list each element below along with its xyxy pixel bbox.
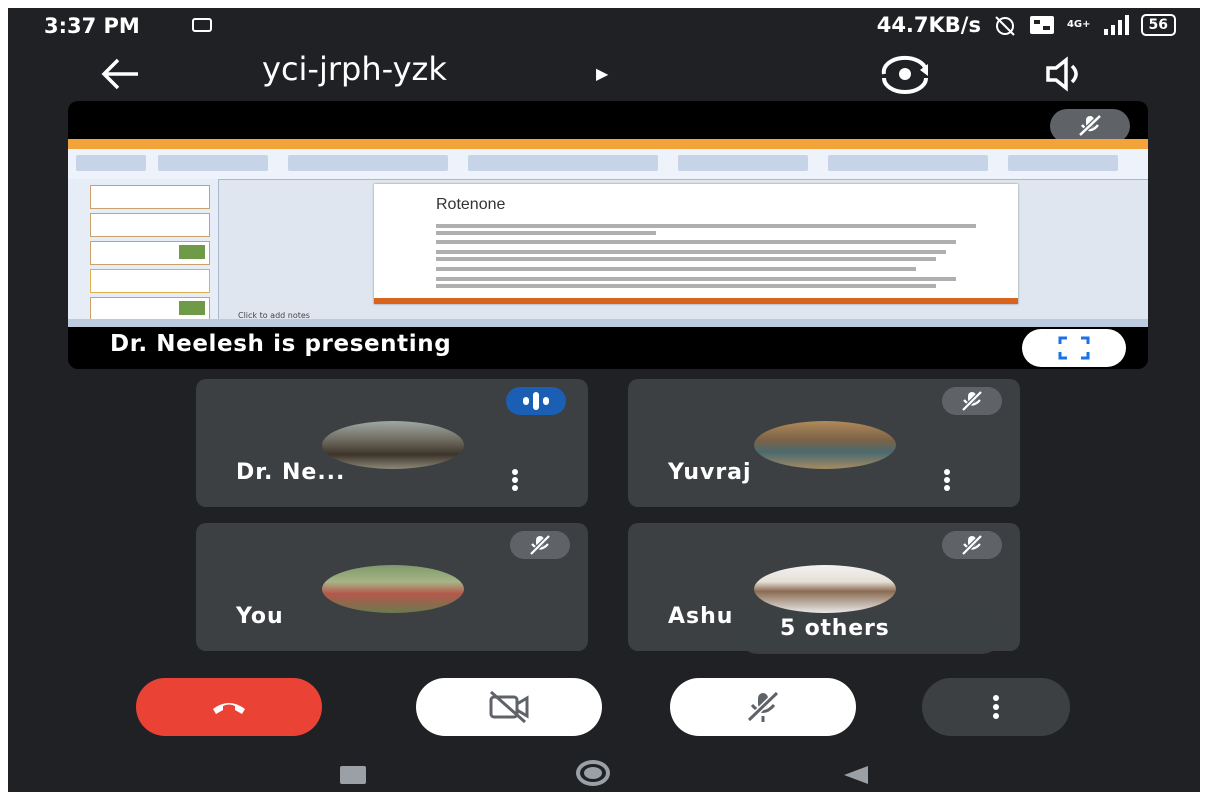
slide-thumbnail	[90, 241, 210, 265]
slide-bullet	[436, 240, 956, 244]
mic-off-icon	[1078, 114, 1102, 137]
slide-footer-bar	[374, 298, 1018, 304]
home-icon[interactable]	[576, 760, 610, 786]
system-nav-bar	[8, 750, 1200, 792]
participant-name: You	[236, 604, 284, 629]
others-count[interactable]: 5 others	[780, 616, 890, 641]
arrow-left-icon[interactable]	[98, 54, 142, 94]
muted-badge	[942, 531, 1002, 559]
status-right-group: 44.7KB/s 4G+ 56	[877, 13, 1176, 37]
signal-icon	[1103, 15, 1129, 35]
more-vert-icon[interactable]	[942, 469, 952, 493]
slide-bullet	[436, 231, 656, 235]
alarm-off-icon	[995, 16, 1015, 36]
meet-call-screen: 3:37 PM 44.7KB/s 4G+ 56 yci-jrph-yzk ▶ R…	[8, 8, 1200, 792]
recents-icon[interactable]	[340, 766, 366, 784]
muted-badge	[510, 531, 570, 559]
screen-record-icon	[192, 18, 212, 32]
avatar	[322, 565, 464, 613]
slide-bullet	[436, 284, 936, 288]
mic-toggle-button[interactable]	[670, 678, 856, 736]
slide-thumbnails	[68, 179, 219, 321]
current-slide: Rotenone	[374, 184, 1018, 304]
camera-toggle-button[interactable]	[416, 678, 602, 736]
participant-tile[interactable]: You	[196, 523, 588, 651]
mic-off-icon	[746, 690, 780, 723]
avatar	[754, 565, 896, 613]
speaker-icon[interactable]	[1044, 56, 1088, 92]
more-options-button[interactable]	[922, 678, 1070, 736]
app-status-bar	[68, 319, 1148, 327]
more-vert-icon[interactable]	[510, 469, 520, 493]
end-call-icon	[213, 703, 245, 714]
back-icon[interactable]	[842, 764, 870, 786]
muted-badge	[942, 387, 1002, 415]
slide-bullet	[436, 224, 976, 228]
slide-title: Rotenone	[436, 196, 506, 213]
slide-bullet	[436, 257, 936, 261]
mic-off-icon	[961, 534, 983, 556]
mic-off-icon	[529, 534, 551, 556]
shared-screen: Rotenone Click to add notes	[68, 139, 1148, 327]
speaking-indicator	[506, 387, 566, 415]
audio-level-icon	[523, 397, 529, 405]
slide-bullet	[436, 277, 956, 281]
switch-camera-icon[interactable]	[876, 54, 934, 94]
presenting-label: Dr. Neelesh is presenting	[110, 331, 452, 357]
slide-thumbnail	[90, 185, 210, 209]
app-ribbon	[68, 149, 1148, 180]
network-type: 4G+	[1066, 19, 1091, 30]
avatar	[754, 421, 896, 469]
app-titlebar	[68, 139, 1148, 149]
more-vert-icon	[992, 695, 1000, 719]
participant-name: Ashu	[668, 604, 734, 629]
participant-name: Yuvraj	[668, 460, 752, 485]
slide-bullet	[436, 250, 946, 254]
slide-thumbnail	[90, 297, 210, 321]
end-call-button[interactable]	[136, 678, 322, 736]
camera-off-icon	[489, 690, 529, 724]
participant-name: Dr. Ne...	[236, 460, 346, 485]
participant-tile[interactable]: Dr. Ne...	[196, 379, 588, 507]
status-bar: 3:37 PM 44.7KB/s 4G+ 56	[8, 8, 1200, 42]
volte-icon	[1029, 16, 1054, 34]
slide-thumbnail	[90, 213, 210, 237]
meeting-code[interactable]: yci-jrph-yzk	[262, 50, 447, 88]
fullscreen-button[interactable]	[1022, 329, 1126, 367]
network-speed: 44.7KB/s	[876, 13, 981, 37]
status-time: 3:37 PM	[44, 14, 140, 38]
battery-level: 56	[1140, 14, 1176, 36]
meeting-header: yci-jrph-yzk ▶	[8, 44, 1200, 108]
slide-thumbnail	[90, 269, 210, 293]
slide-bullet	[436, 267, 916, 271]
mic-off-icon	[961, 390, 983, 412]
fullscreen-icon	[1058, 336, 1090, 360]
presenter-muted-badge	[1050, 109, 1130, 143]
caret-right-icon[interactable]: ▶	[596, 64, 608, 83]
presentation-view[interactable]: Rotenone Click to add notes Dr. Neelesh …	[68, 101, 1148, 369]
participant-tile[interactable]: Yuvraj	[628, 379, 1020, 507]
